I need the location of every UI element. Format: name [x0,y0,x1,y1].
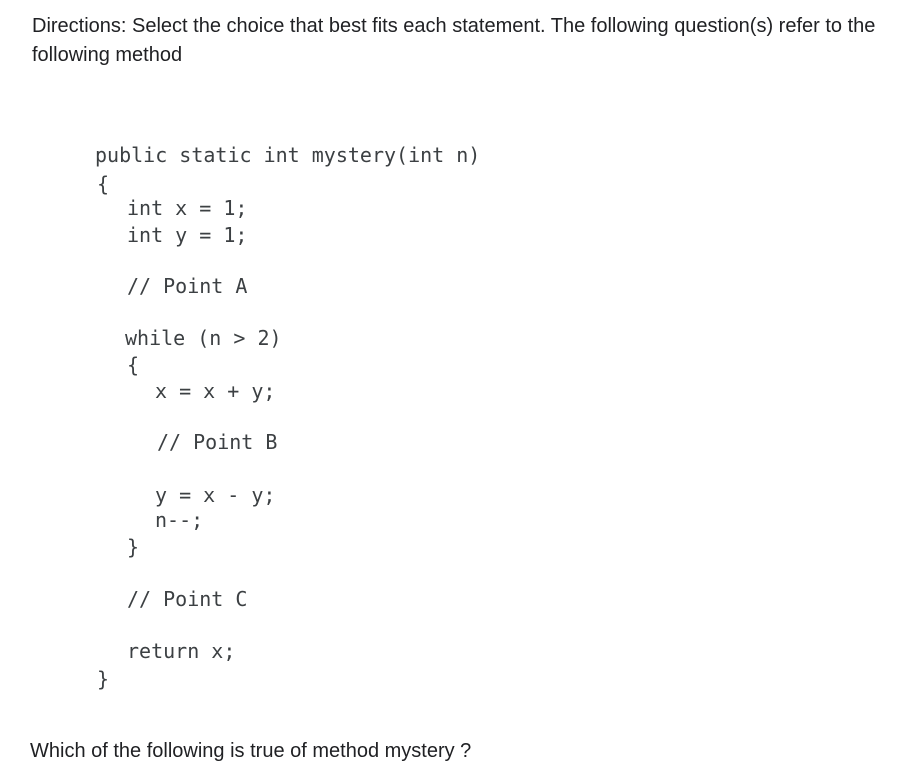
code-line-close-brace: } [97,667,110,691]
question-text: Which of the following is true of method… [30,740,472,762]
directions-text: Directions: Select the choice that best … [32,15,876,66]
code-line-while: while (n > 2) [125,326,282,350]
code-line-decrement: n--; [155,508,204,532]
code-line-return: return x; [127,639,236,663]
code-line-while-close: } [127,535,140,559]
code-comment-point-a: // Point A [127,274,248,298]
code-line-signature: public static int mystery(int n) [95,143,481,167]
code-line-y-assign: y = x - y; [155,483,276,507]
code-comment-point-b: // Point B [157,430,278,454]
code-comment-point-c: // Point C [127,587,248,611]
code-line-x-assign: x = x + y; [155,379,276,403]
code-line-open-brace: { [97,172,110,196]
code-snippet: public static int mystery(int n) { int x… [95,140,655,700]
code-line-int-x: int x = 1; [127,196,248,220]
code-line-while-open: { [127,353,140,377]
code-line-int-y: int y = 1; [127,223,248,247]
